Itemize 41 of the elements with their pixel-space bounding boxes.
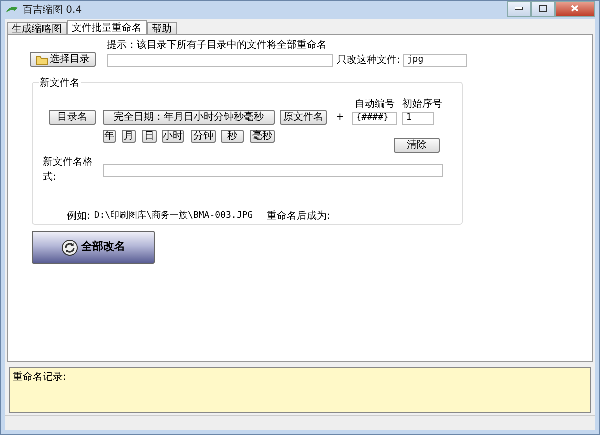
date-part-button[interactable]: 小时 — [162, 130, 184, 143]
window-title: 百吉缩图 0.4 — [23, 4, 82, 18]
date-part-button[interactable]: 日 — [142, 130, 157, 143]
example-label: 例如: — [67, 210, 90, 224]
result-label: 重命名后成为: — [267, 210, 330, 224]
maximize-button[interactable] — [531, 1, 555, 17]
minimize-button[interactable] — [507, 1, 531, 17]
date-part-button[interactable]: 毫秒 — [250, 130, 275, 143]
start-number-field[interactable]: 1 — [402, 112, 434, 125]
plus-sign: + — [336, 111, 344, 125]
folder-icon — [36, 54, 48, 64]
full-date-button[interactable]: 完全日期：年月日小时分钟秒毫秒 — [103, 110, 275, 125]
close-button[interactable] — [555, 1, 595, 17]
example-path: D:\印刷图库\商务一族\BMA-003.JPG — [94, 210, 254, 223]
format-label: 新文件名格式: — [43, 156, 94, 185]
clear-button[interactable]: 清除 — [394, 138, 440, 153]
refresh-icon — [62, 240, 78, 256]
auto-number-field[interactable]: {####} — [352, 112, 398, 125]
folder-path-field[interactable] — [107, 54, 333, 67]
original-name-button[interactable]: 原文件名 — [280, 110, 327, 125]
date-part-button[interactable]: 分钟 — [191, 130, 216, 143]
date-part-button[interactable]: 年 — [103, 130, 116, 143]
hint-text: 提示：该目录下所有子目录中的文件将全部重命名 — [107, 38, 328, 53]
maximize-icon — [539, 5, 547, 12]
date-part-button[interactable]: 月 — [122, 130, 136, 143]
rename-all-button[interactable]: 全部改名 — [32, 231, 155, 264]
tab[interactable]: 帮助 — [147, 22, 177, 34]
start-number-label: 初始序号 — [402, 98, 442, 112]
app-icon — [5, 5, 19, 15]
log-label: 重命名记录: — [13, 372, 66, 383]
format-field[interactable] — [103, 164, 443, 176]
extension-label: 只改这种文件: — [337, 54, 400, 67]
select-folder-button[interactable]: 选择目录 — [30, 52, 96, 67]
close-icon — [571, 5, 579, 12]
tab[interactable]: 文件批量重命名 — [67, 20, 147, 34]
auto-number-label: 自动编号 — [354, 98, 395, 112]
date-part-button[interactable]: 秒 — [221, 130, 244, 143]
tab[interactable]: 生成缩略图 — [7, 22, 67, 34]
directory-name-button[interactable]: 目录名 — [49, 110, 96, 125]
minimize-icon — [515, 7, 523, 10]
extension-field[interactable]: jpg — [403, 54, 468, 67]
